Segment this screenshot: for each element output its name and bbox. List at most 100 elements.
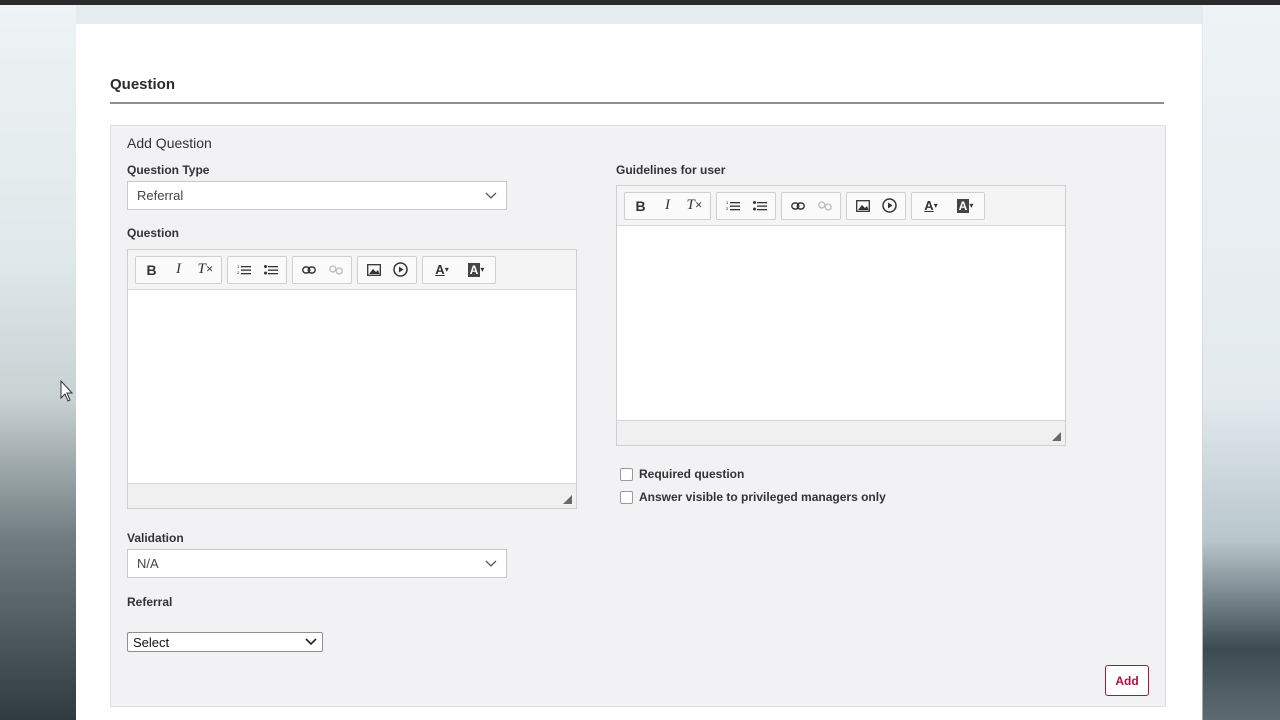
guidelines-label: Guidelines for user (616, 163, 726, 177)
referral-value: Select (133, 634, 170, 650)
clear-format-x: ✕ (205, 264, 214, 274)
unlink-icon[interactable] (811, 193, 838, 219)
font-color-caret: ▾ (933, 201, 938, 210)
video-svg (393, 262, 408, 277)
guidelines-editor-body[interactable] (617, 226, 1065, 420)
link-svg (301, 265, 316, 274)
chevron-down-icon (305, 638, 317, 646)
clear-format-glyph: T (197, 261, 206, 277)
link-group (781, 191, 841, 220)
format-group: B I T ✕ (624, 191, 711, 220)
chevron-down-icon (485, 192, 497, 199)
video-icon[interactable] (876, 193, 903, 219)
video-svg (882, 198, 897, 213)
italic-icon[interactable]: I (654, 193, 681, 219)
background-color-icon[interactable]: A ▾ (948, 193, 982, 219)
format-group: B I T ✕ (135, 255, 222, 284)
visible-privileged-label: Answer visible to privileged managers on… (639, 490, 886, 504)
referral-select[interactable]: Select (127, 632, 323, 652)
section-title: Question (110, 76, 176, 93)
svg-text:1: 1 (237, 264, 240, 269)
question-editor-body[interactable] (128, 290, 576, 483)
clear-format-glyph: T (686, 197, 695, 213)
question-type-select[interactable]: Referral (127, 181, 507, 210)
clear-format-icon[interactable]: T ✕ (192, 257, 219, 283)
bold-icon[interactable]: B (138, 257, 165, 283)
question-editor-footer (128, 483, 576, 508)
clear-format-icon[interactable]: T ✕ (681, 193, 708, 219)
required-question-row[interactable]: Required question (620, 467, 744, 481)
validation-select[interactable]: N/A (127, 549, 507, 578)
svg-text:2: 2 (726, 206, 729, 211)
bulleted-list-icon[interactable] (257, 257, 284, 283)
resize-handle-icon[interactable] (563, 495, 572, 504)
box-title: Add Question (127, 135, 212, 151)
bulleted-list-icon[interactable] (746, 193, 773, 219)
font-color-icon[interactable]: A ▾ (914, 193, 948, 219)
required-question-checkbox[interactable] (620, 467, 633, 481)
numbered-list-icon[interactable]: 12 (230, 257, 257, 283)
validation-label: Validation (127, 531, 184, 545)
chevron-down-icon (485, 560, 497, 567)
add-button[interactable]: Add (1105, 665, 1149, 696)
question-type-value: Referral (137, 188, 184, 203)
image-svg (366, 263, 381, 276)
mouse-cursor-icon (60, 380, 74, 402)
list-group: 12 (227, 255, 287, 284)
background-color-glyph: A (467, 262, 481, 277)
guidelines-editor-footer (617, 420, 1065, 445)
italic-icon[interactable]: I (165, 257, 192, 283)
question-type-label: Question Type (127, 163, 210, 177)
question-label: Question (127, 226, 180, 240)
bold-icon[interactable]: B (627, 193, 654, 219)
video-icon[interactable] (387, 257, 414, 283)
main-panel: Question Add Question Question Type Refe… (76, 24, 1202, 720)
font-color-glyph: A (435, 262, 445, 277)
background-color-icon[interactable]: A ▾ (459, 257, 493, 283)
referral-label: Referral (127, 595, 173, 609)
guidelines-editor-toolbar: B I T ✕ 12 A ▾ A ▾ (617, 186, 1065, 226)
link-svg (790, 201, 805, 210)
image-icon[interactable] (849, 193, 876, 219)
link-icon[interactable] (784, 193, 811, 219)
background-color-caret: ▾ (969, 201, 974, 210)
clear-format-x: ✕ (694, 200, 703, 210)
svg-text:1: 1 (726, 200, 729, 205)
bulleted-list-svg (263, 264, 278, 274)
unlink-svg (328, 264, 343, 275)
unlink-svg (817, 200, 832, 211)
numbered-list-svg: 12 (237, 264, 251, 275)
required-question-label: Required question (639, 467, 745, 481)
list-group: 12 (716, 191, 776, 220)
unlink-icon[interactable] (322, 257, 349, 283)
guidelines-editor: B I T ✕ 12 A ▾ A ▾ (616, 185, 1066, 446)
image-icon[interactable] (360, 257, 387, 283)
background-color-glyph: A (956, 198, 970, 213)
resize-handle-icon[interactable] (1052, 432, 1061, 441)
link-icon[interactable] (295, 257, 322, 283)
media-group (846, 191, 906, 220)
section-divider (110, 102, 1164, 104)
image-svg (855, 199, 870, 212)
color-group: A ▾ A ▾ (422, 255, 496, 284)
bulleted-list-svg (752, 200, 767, 210)
visible-privileged-row[interactable]: Answer visible to privileged managers on… (620, 490, 886, 504)
question-editor: B I T ✕ 12 A ▾ A ▾ (127, 249, 577, 509)
svg-text:2: 2 (237, 270, 240, 275)
background-color-caret: ▾ (480, 265, 485, 274)
font-color-icon[interactable]: A ▾ (425, 257, 459, 283)
numbered-list-icon[interactable]: 12 (719, 193, 746, 219)
top-bar (0, 0, 1280, 5)
media-group (357, 255, 417, 284)
background-right (1203, 5, 1280, 720)
link-group (292, 255, 352, 284)
font-color-caret: ▾ (444, 265, 449, 274)
visible-privileged-checkbox[interactable] (620, 490, 633, 504)
question-editor-toolbar: B I T ✕ 12 A ▾ A ▾ (128, 250, 576, 290)
background-left (0, 5, 76, 720)
add-question-box: Add Question Question Type Referral Ques… (110, 125, 1166, 707)
validation-value: N/A (137, 556, 159, 571)
color-group: A ▾ A ▾ (911, 191, 985, 220)
font-color-glyph: A (924, 198, 934, 213)
numbered-list-svg: 12 (726, 200, 740, 211)
